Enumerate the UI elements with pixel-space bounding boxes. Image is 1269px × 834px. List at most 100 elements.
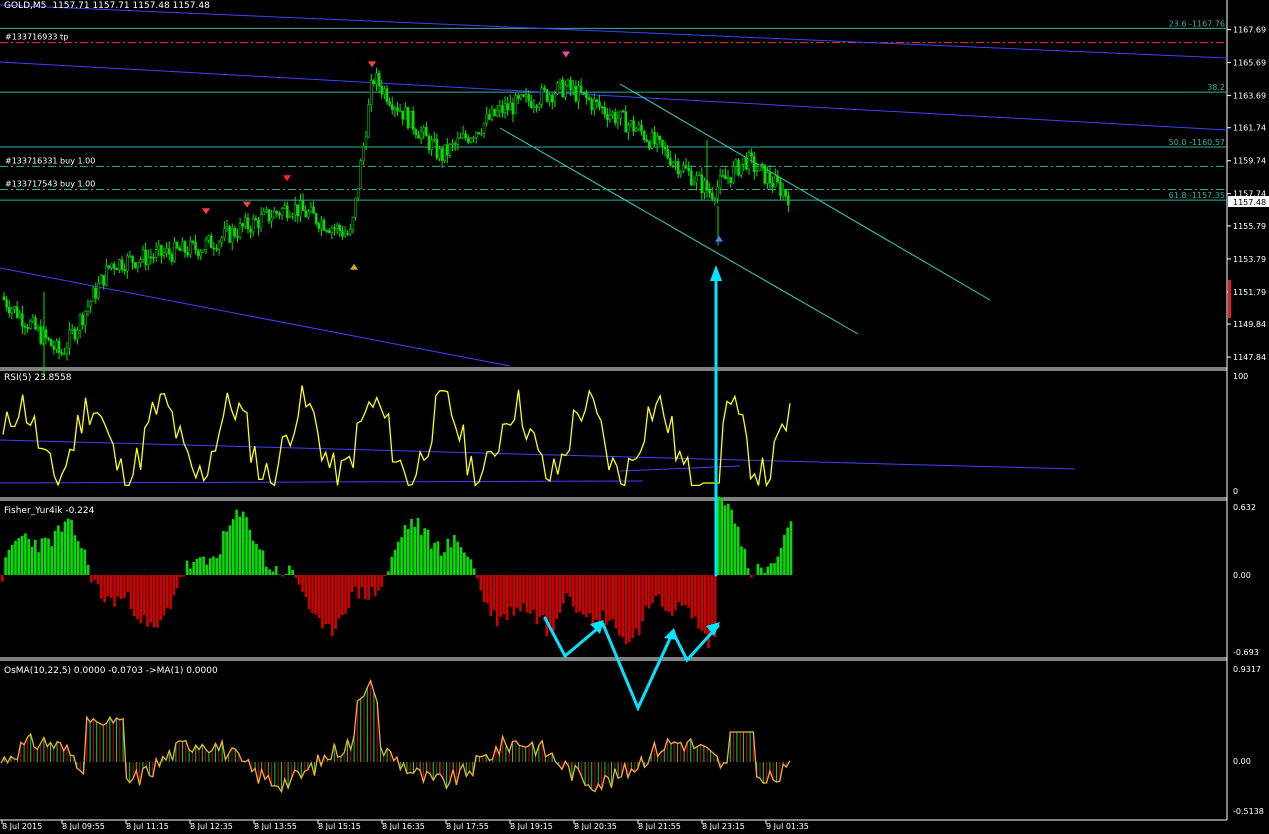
order-lines[interactable]: #133716933 tp#133716331 buy 1.00#1337175… bbox=[0, 33, 1227, 190]
fisher-bar bbox=[341, 575, 344, 615]
trend-line-top[interactable] bbox=[0, 5, 1227, 58]
chart-canvas[interactable]: 23.6 -1167.7638.250.0 -1160.5761.8 -1157… bbox=[0, 0, 1269, 830]
rsi-trend-line[interactable] bbox=[0, 481, 643, 483]
rsi-trend-line[interactable] bbox=[620, 466, 740, 471]
fisher-bar bbox=[235, 510, 238, 575]
fisher-bar bbox=[242, 512, 245, 575]
channel-line-upper[interactable] bbox=[620, 84, 990, 300]
fisher-bar bbox=[598, 575, 601, 622]
osma-tick-min: -0.5138 bbox=[1233, 807, 1264, 816]
candle-body bbox=[604, 107, 606, 114]
fisher-panel bbox=[1, 497, 792, 649]
candle-body bbox=[378, 73, 380, 86]
fisher-bar bbox=[582, 575, 585, 615]
fisher-bar bbox=[344, 575, 347, 614]
candle-body bbox=[116, 268, 118, 269]
chart-window[interactable]: 23.6 -1167.7638.250.0 -1160.5761.8 -1157… bbox=[0, 0, 1269, 830]
trend-line-upper[interactable] bbox=[0, 62, 1227, 130]
candle-body bbox=[45, 330, 47, 338]
fisher-bar bbox=[77, 541, 80, 575]
fisher-bar bbox=[245, 517, 248, 575]
fisher-bar bbox=[777, 557, 780, 575]
fib-level-label: 61.8 -1157.35 bbox=[1169, 191, 1225, 200]
candle-body bbox=[494, 109, 496, 115]
fisher-bar bbox=[506, 575, 509, 620]
fisher-bar bbox=[790, 521, 793, 575]
price-tick-label: 1163.69 bbox=[1233, 92, 1266, 101]
fisher-bar bbox=[621, 575, 624, 637]
candle-body bbox=[410, 111, 412, 127]
fisher-bar bbox=[519, 575, 522, 612]
annotation-zigzag[interactable] bbox=[603, 624, 673, 708]
candle-body bbox=[407, 108, 409, 128]
channel-line-lower[interactable] bbox=[500, 128, 858, 334]
fisher-bar bbox=[724, 505, 727, 575]
fisher-bar bbox=[291, 570, 294, 575]
fisher-bar bbox=[476, 575, 479, 578]
price-tick-label: 1149.84 bbox=[1233, 320, 1266, 329]
fisher-bar bbox=[546, 575, 549, 636]
fisher-bar bbox=[348, 575, 351, 608]
fisher-bar bbox=[711, 575, 714, 625]
candle-body bbox=[129, 256, 131, 257]
candle-body bbox=[606, 114, 608, 119]
candle-body bbox=[425, 127, 427, 136]
candle-body bbox=[163, 253, 165, 256]
time-tick-label: 8 Jul 21:55 bbox=[638, 822, 681, 830]
fisher-bar bbox=[255, 544, 258, 575]
candle-body bbox=[376, 73, 378, 83]
fisher-bar bbox=[27, 539, 30, 575]
candle-body bbox=[501, 105, 503, 112]
fisher-bar bbox=[390, 557, 393, 575]
candle-body bbox=[764, 165, 766, 184]
candle-body bbox=[368, 105, 370, 137]
candle-body bbox=[640, 125, 642, 131]
fibonacci-levels[interactable]: 23.6 -1167.7638.250.0 -1160.5761.8 -1157… bbox=[0, 19, 1227, 200]
candle-body bbox=[630, 121, 632, 125]
candle-body bbox=[95, 288, 97, 298]
time-tick-label: 8 Jul 19:15 bbox=[510, 822, 553, 830]
candle-body bbox=[362, 146, 364, 160]
candle-body bbox=[13, 307, 15, 309]
annotation-arrowhead bbox=[710, 265, 722, 281]
candle-body bbox=[184, 242, 186, 253]
osma-panel bbox=[1, 681, 790, 792]
fisher-bar bbox=[744, 549, 747, 575]
candle-body bbox=[50, 339, 52, 346]
fisher-bar bbox=[14, 541, 17, 575]
candle-body bbox=[323, 220, 325, 230]
fisher-bar bbox=[651, 575, 654, 603]
candle-body bbox=[6, 300, 8, 307]
candle-body bbox=[310, 207, 312, 212]
rsi-label: RSI(5) 23.8558 bbox=[4, 373, 72, 383]
trend-line-lower[interactable] bbox=[0, 268, 510, 366]
trend-lines[interactable] bbox=[0, 5, 1227, 366]
candle-body bbox=[334, 228, 336, 229]
candle-body bbox=[187, 252, 189, 255]
candle-body bbox=[428, 136, 430, 150]
fisher-bar bbox=[252, 541, 255, 575]
candle-body bbox=[174, 242, 176, 261]
price-tick-label: 1153.79 bbox=[1233, 255, 1266, 264]
annotation-arrows[interactable] bbox=[545, 265, 722, 708]
candle-body bbox=[255, 218, 257, 219]
fisher-bar bbox=[275, 566, 278, 575]
fisher-bar bbox=[555, 575, 558, 619]
time-tick-label: 9 Jul 01:35 bbox=[766, 822, 809, 830]
fisher-bar bbox=[176, 575, 179, 588]
fisher-bar bbox=[1, 575, 4, 582]
price-axis: 1167.691165.691163.691161.741159.741157.… bbox=[1227, 26, 1266, 363]
fisher-bar bbox=[763, 573, 766, 575]
fisher-bar bbox=[503, 575, 506, 614]
candle-body bbox=[205, 240, 207, 249]
fisher-bar bbox=[539, 575, 542, 617]
candle-body bbox=[730, 177, 732, 182]
fisher-bar bbox=[97, 575, 100, 584]
candle-body bbox=[567, 80, 569, 86]
fisher-bar bbox=[381, 575, 384, 587]
candle-body bbox=[669, 158, 671, 165]
candle-body bbox=[745, 158, 747, 169]
fisher-bar bbox=[328, 575, 331, 624]
candle-body bbox=[286, 206, 288, 218]
candle-body bbox=[215, 249, 217, 250]
